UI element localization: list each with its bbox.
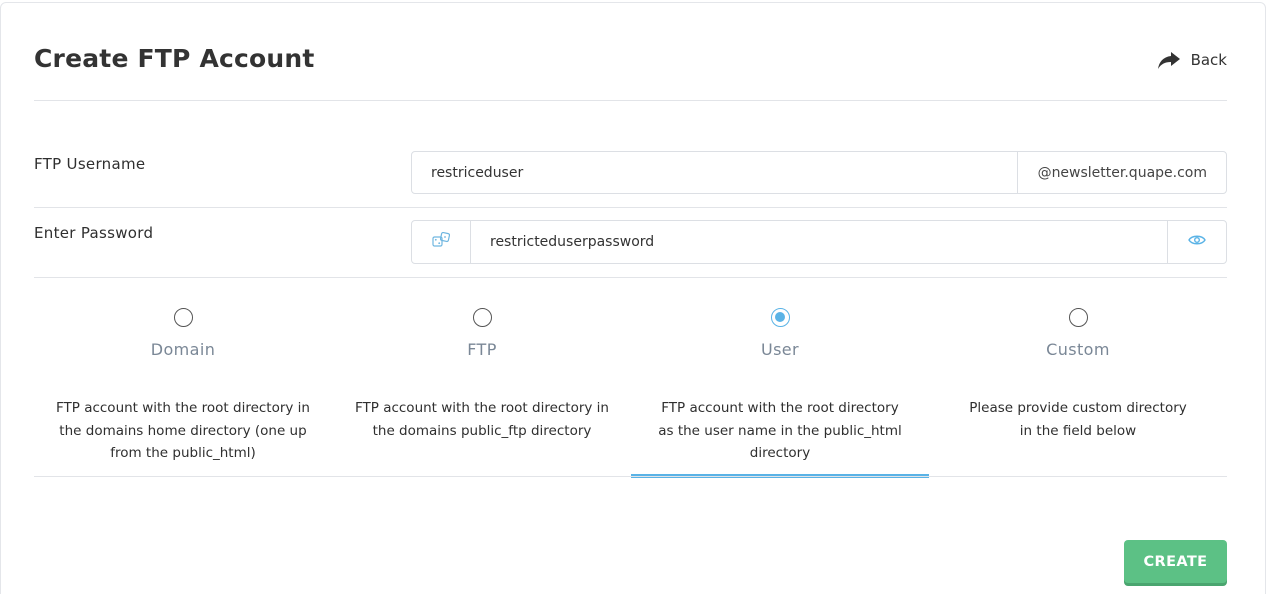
dice-icon bbox=[432, 231, 451, 252]
row-divider bbox=[34, 277, 1227, 278]
option-custom[interactable]: Custom Please provide custom directory i… bbox=[929, 308, 1227, 476]
username-label: FTP Username bbox=[34, 155, 146, 173]
option-label: FTP bbox=[467, 340, 497, 359]
password-input[interactable] bbox=[471, 221, 1167, 263]
option-label: User bbox=[760, 340, 800, 359]
page-title: Create FTP Account bbox=[34, 44, 315, 73]
radio-ftp[interactable] bbox=[472, 308, 492, 327]
option-ftp[interactable]: FTP FTP account with the root directory … bbox=[333, 308, 631, 476]
option-description: Please provide custom directory in the f… bbox=[969, 400, 1187, 439]
header-divider bbox=[34, 100, 1227, 101]
option-label: Domain bbox=[150, 340, 216, 359]
option-description: FTP account with the root directory in t… bbox=[354, 400, 609, 439]
create-ftp-card bbox=[0, 2, 1266, 594]
generate-password-button[interactable] bbox=[412, 221, 471, 263]
password-input-group bbox=[411, 220, 1227, 264]
option-user[interactable]: User FTP account with the root directory… bbox=[631, 308, 929, 476]
domain-suffix: @newsletter.quape.com bbox=[1016, 152, 1226, 193]
back-link[interactable]: Back bbox=[1157, 49, 1227, 71]
option-label: Custom bbox=[1046, 340, 1110, 359]
option-description: FTP account with the root directory in t… bbox=[55, 400, 310, 461]
option-description: FTP account with the root directory as t… bbox=[658, 400, 902, 461]
radio-user[interactable] bbox=[770, 308, 790, 327]
row-divider bbox=[34, 207, 1227, 208]
radio-custom[interactable] bbox=[1068, 308, 1088, 327]
password-label: Enter Password bbox=[34, 224, 154, 242]
show-password-button[interactable] bbox=[1167, 221, 1226, 263]
username-input-group: @newsletter.quape.com bbox=[411, 151, 1227, 194]
radio-domain[interactable] bbox=[173, 308, 193, 327]
create-button[interactable]: CREATE bbox=[1124, 540, 1227, 583]
back-label: Back bbox=[1190, 51, 1227, 69]
username-input[interactable] bbox=[412, 152, 1017, 193]
eye-icon bbox=[1188, 234, 1206, 250]
share-arrow-icon bbox=[1157, 50, 1181, 70]
option-domain[interactable]: Domain FTP account with the root directo… bbox=[34, 308, 332, 476]
options-divider bbox=[34, 476, 1227, 477]
